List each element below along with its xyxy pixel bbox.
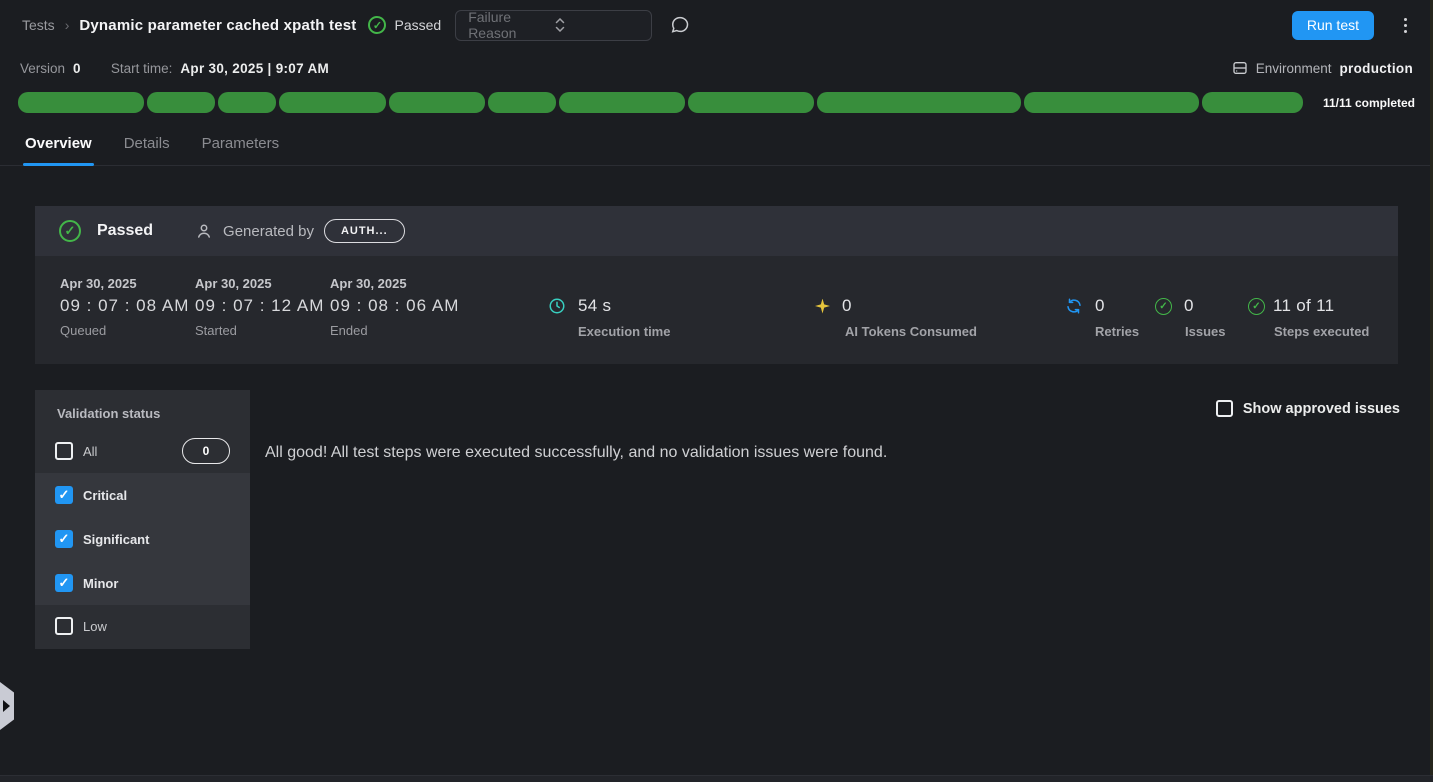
tab-bar: Overview Details Parameters bbox=[0, 135, 1433, 166]
stat-execution-time: 54 s Execution time bbox=[548, 296, 670, 339]
summary-card-header: Passed Generated by AUTH... bbox=[35, 206, 1398, 256]
page-title: Dynamic parameter cached xpath test bbox=[79, 17, 356, 34]
environment-label: Environment bbox=[1256, 61, 1332, 76]
generated-by-label: Generated by bbox=[223, 223, 314, 240]
started-date: Apr 30, 2025 bbox=[195, 276, 324, 291]
critical-label: Critical bbox=[83, 488, 127, 503]
tab-parameters[interactable]: Parameters bbox=[202, 135, 280, 165]
version-value: 0 bbox=[73, 61, 81, 76]
all-checkbox[interactable] bbox=[55, 442, 73, 460]
ended-date: Apr 30, 2025 bbox=[330, 276, 459, 291]
stat-queued: Apr 30, 2025 09 : 07 : 08 AM Queued bbox=[60, 276, 189, 338]
checked-filters-group: Critical Significant Minor bbox=[35, 473, 250, 605]
bottom-bar bbox=[0, 775, 1433, 782]
issues-value: 0 bbox=[1184, 296, 1194, 316]
passed-check-icon bbox=[59, 220, 81, 242]
filter-critical[interactable]: Critical bbox=[35, 473, 250, 517]
start-time-value: Apr 30, 2025 | 9:07 AM bbox=[180, 61, 329, 76]
execution-time-label: Execution time bbox=[578, 324, 670, 339]
significant-checkbox[interactable] bbox=[55, 530, 73, 548]
progress-row: 11/11 completed bbox=[18, 92, 1415, 113]
sparkle-icon bbox=[815, 299, 830, 314]
filter-minor[interactable]: Minor bbox=[35, 561, 250, 605]
started-time: 09 : 07 : 12 AM bbox=[195, 296, 324, 316]
filter-all[interactable]: All 0 bbox=[35, 429, 250, 473]
issues-label: Issues bbox=[1185, 324, 1225, 339]
significant-label: Significant bbox=[83, 532, 149, 547]
stat-retries: 0 Retries bbox=[1065, 296, 1139, 339]
tab-overview[interactable]: Overview bbox=[25, 135, 92, 165]
check-circle-icon bbox=[1248, 298, 1265, 315]
overview-content: Validation status All 0 Critical Signifi… bbox=[0, 364, 1433, 768]
filter-low[interactable]: Low bbox=[35, 605, 250, 647]
check-circle-icon bbox=[1155, 298, 1172, 315]
show-approved-label: Show approved issues bbox=[1243, 401, 1400, 417]
progress-completed-text: 11/11 completed bbox=[1311, 96, 1415, 110]
all-good-message: All good! All test steps were executed s… bbox=[265, 444, 887, 462]
minor-label: Minor bbox=[83, 576, 118, 591]
queued-label: Queued bbox=[60, 323, 189, 338]
chevron-updown-icon bbox=[555, 18, 642, 32]
show-approved-issues[interactable]: Show approved issues bbox=[1216, 400, 1400, 417]
environment-value: production bbox=[1340, 61, 1414, 76]
execution-time-value: 54 s bbox=[578, 296, 611, 316]
filter-significant[interactable]: Significant bbox=[35, 517, 250, 561]
environment-icon bbox=[1232, 60, 1248, 76]
run-test-button[interactable]: Run test bbox=[1292, 11, 1374, 40]
breadcrumb-separator-icon: › bbox=[65, 17, 70, 33]
meta-row: Version 0 Start time: Apr 30, 2025 | 9:0… bbox=[0, 50, 1433, 86]
test-status: Passed bbox=[394, 17, 441, 33]
started-label: Started bbox=[195, 323, 324, 338]
steps-executed-value: 11 of 11 bbox=[1273, 296, 1334, 316]
ended-time: 09 : 08 : 06 AM bbox=[330, 296, 459, 316]
start-time-label: Start time: bbox=[111, 61, 173, 76]
show-approved-checkbox[interactable] bbox=[1216, 400, 1233, 417]
steps-executed-label: Steps executed bbox=[1274, 324, 1369, 339]
passed-check-icon bbox=[368, 16, 386, 34]
retries-label: Retries bbox=[1095, 324, 1139, 339]
ai-tokens-value: 0 bbox=[842, 296, 852, 316]
summary-card-body: Apr 30, 2025 09 : 07 : 08 AM Queued Apr … bbox=[35, 256, 1398, 364]
queued-time: 09 : 07 : 08 AM bbox=[60, 296, 189, 316]
minor-checkbox[interactable] bbox=[55, 574, 73, 592]
tab-details[interactable]: Details bbox=[124, 135, 170, 165]
retries-value: 0 bbox=[1095, 296, 1105, 316]
validation-status-title: Validation status bbox=[35, 390, 250, 429]
progress-bar[interactable] bbox=[18, 92, 1303, 113]
failure-reason-placeholder: Failure Reason bbox=[468, 9, 555, 41]
more-options-icon[interactable] bbox=[1400, 14, 1411, 37]
topbar: Tests › Dynamic parameter cached xpath t… bbox=[0, 0, 1433, 50]
summary-status: Passed bbox=[97, 222, 153, 240]
stat-ai-tokens: 0 AI Tokens Consumed bbox=[815, 296, 977, 339]
all-count-badge[interactable]: 0 bbox=[182, 438, 230, 464]
breadcrumb-tests[interactable]: Tests bbox=[22, 17, 55, 33]
ended-label: Ended bbox=[330, 323, 459, 338]
stat-started: Apr 30, 2025 09 : 07 : 12 AM Started bbox=[195, 276, 324, 338]
refresh-icon bbox=[1065, 297, 1083, 315]
failure-reason-select[interactable]: Failure Reason bbox=[455, 10, 652, 41]
stat-ended: Apr 30, 2025 09 : 08 : 06 AM Ended bbox=[330, 276, 459, 338]
critical-checkbox[interactable] bbox=[55, 486, 73, 504]
all-label: All bbox=[83, 444, 97, 459]
clock-icon bbox=[548, 297, 566, 315]
stat-steps-executed: 11 of 11 Steps executed bbox=[1248, 296, 1369, 339]
low-checkbox[interactable] bbox=[55, 617, 73, 635]
ai-tokens-label: AI Tokens Consumed bbox=[845, 324, 977, 339]
version-label: Version bbox=[20, 61, 65, 76]
validation-status-panel: Validation status All 0 Critical Signifi… bbox=[35, 390, 250, 649]
comment-icon[interactable] bbox=[670, 15, 690, 35]
summary-card: Passed Generated by AUTH... Apr 30, 2025… bbox=[35, 206, 1398, 364]
generated-by-badge[interactable]: AUTH... bbox=[324, 219, 405, 243]
queued-date: Apr 30, 2025 bbox=[60, 276, 189, 291]
low-label: Low bbox=[83, 619, 107, 634]
user-icon bbox=[195, 222, 213, 240]
stat-issues: 0 Issues bbox=[1155, 296, 1225, 339]
